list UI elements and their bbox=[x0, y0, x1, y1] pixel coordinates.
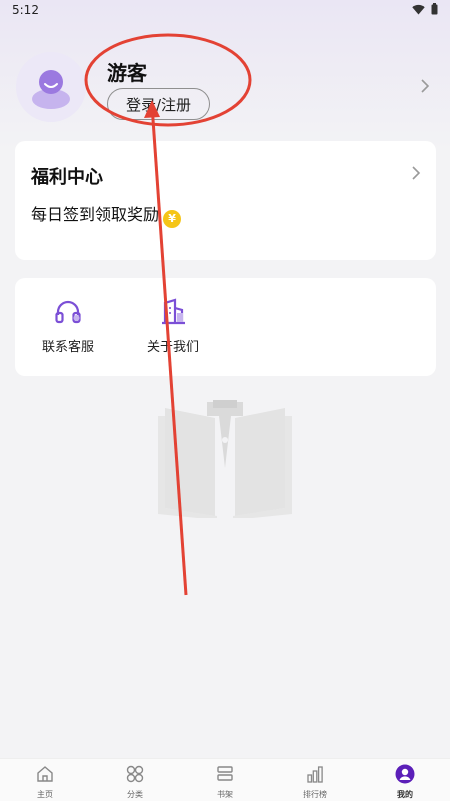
chevron-right-icon[interactable] bbox=[420, 78, 430, 94]
status-bar: 5:12 bbox=[0, 0, 450, 22]
contact-support-item[interactable]: 联系客服 bbox=[23, 298, 113, 355]
welfare-subtitle: 每日签到领取奖励 ¥ bbox=[31, 201, 182, 228]
ranking-icon bbox=[307, 766, 323, 783]
nav-label: 排行榜 bbox=[303, 790, 327, 799]
building-icon bbox=[162, 298, 185, 325]
service-label: 联系客服 bbox=[41, 340, 94, 355]
chevron-right-icon[interactable] bbox=[411, 165, 421, 181]
wifi-icon bbox=[412, 4, 425, 14]
welfare-title: 福利中心 bbox=[31, 167, 103, 188]
nav-label: 我的 bbox=[397, 790, 413, 799]
nav-profile[interactable]: 我的 bbox=[360, 759, 450, 801]
nav-home[interactable]: 主页 bbox=[0, 759, 90, 801]
profile-icon bbox=[395, 764, 415, 784]
status-icons bbox=[412, 3, 438, 15]
coin-icon: ¥ bbox=[163, 210, 182, 228]
status-time: 5:12 bbox=[12, 3, 39, 17]
book-watermark-icon bbox=[158, 400, 292, 518]
login-register-button[interactable]: 登录/注册 bbox=[107, 88, 210, 120]
user-avatar-icon bbox=[32, 70, 70, 109]
service-label: 关于我们 bbox=[146, 340, 199, 355]
avatar[interactable] bbox=[16, 52, 86, 122]
about-us-item[interactable]: 关于我们 bbox=[128, 298, 218, 355]
battery-icon bbox=[431, 3, 438, 15]
welfare-subtitle-text: 每日签到领取奖励 bbox=[31, 205, 160, 224]
services-card: 联系客服 关于我们 bbox=[15, 278, 436, 376]
nav-bookshelf[interactable]: 书架 bbox=[180, 759, 270, 801]
username: 游客 bbox=[107, 61, 147, 85]
nav-label: 主页 bbox=[37, 790, 53, 799]
headset-icon bbox=[55, 300, 81, 324]
nav-label: 分类 bbox=[127, 790, 143, 799]
nav-label: 书架 bbox=[217, 790, 233, 799]
nav-category[interactable]: 分类 bbox=[90, 759, 180, 801]
bottom-navigation: 主页 分类 书架 排行榜 我的 bbox=[0, 758, 450, 801]
bookshelf-icon bbox=[217, 766, 233, 781]
profile-header[interactable]: 游客 登录/注册 bbox=[0, 40, 450, 140]
nav-ranking[interactable]: 排行榜 bbox=[270, 759, 360, 801]
welfare-center-card[interactable]: 福利中心 每日签到领取奖励 ¥ bbox=[15, 141, 436, 260]
category-icon bbox=[126, 765, 144, 783]
home-icon bbox=[37, 766, 53, 782]
